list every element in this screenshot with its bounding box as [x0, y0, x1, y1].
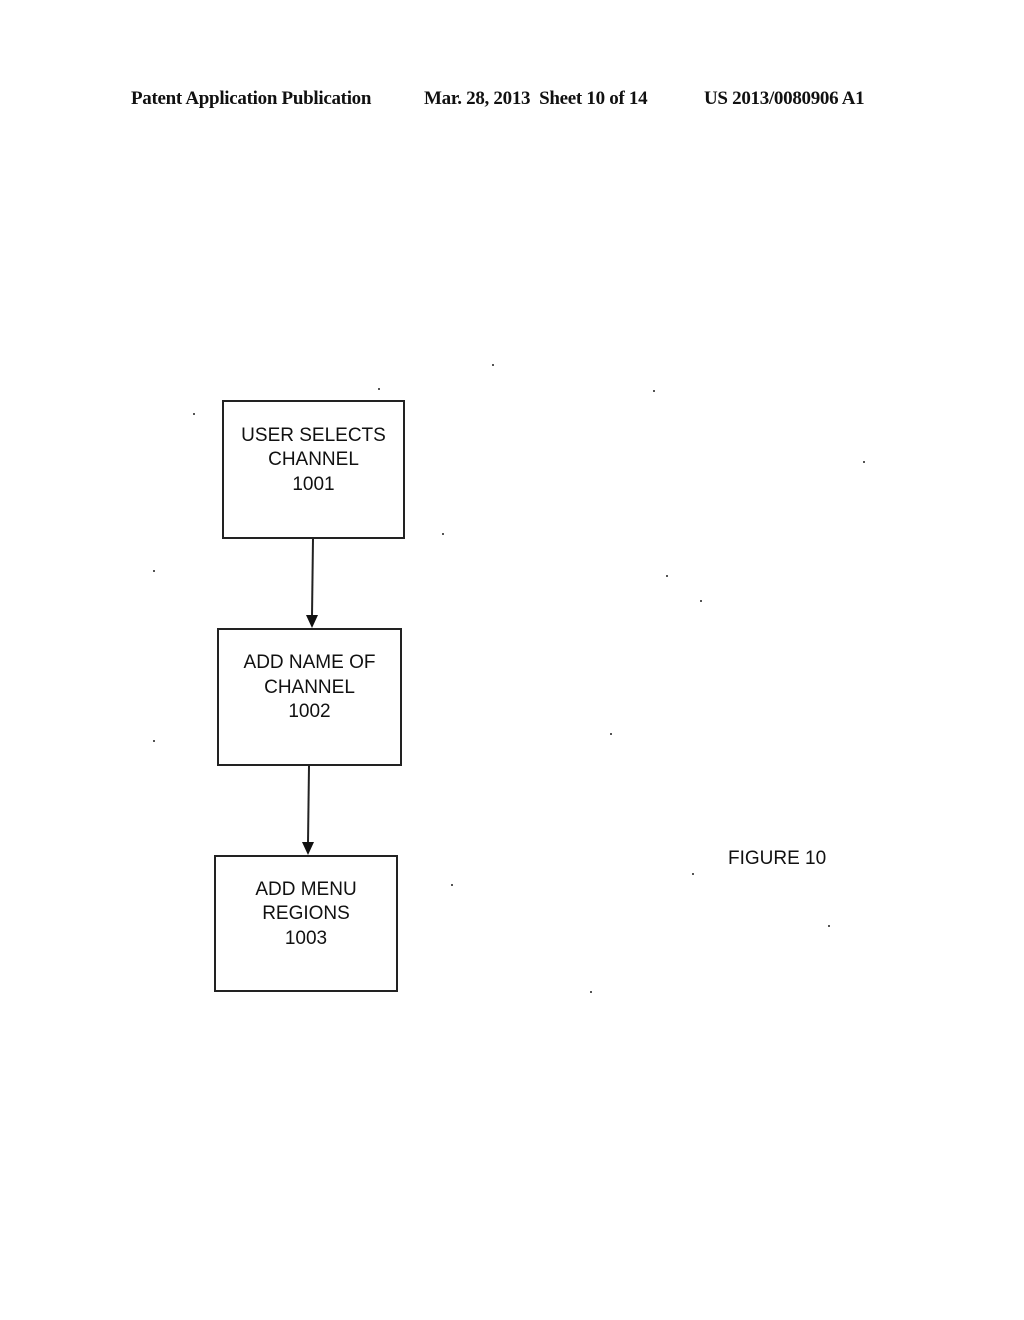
step-text-line: REGIONS: [262, 903, 350, 925]
arrowhead-icon: [306, 615, 318, 628]
scan-speck: [700, 600, 702, 602]
arrow-1002-to-1003: [302, 765, 314, 855]
scan-speck: [492, 364, 494, 366]
flow-arrows: [302, 538, 318, 855]
arrowhead-icon: [302, 842, 314, 855]
flow-step-add-menu-regions: ADD MENU REGIONS 1003: [214, 855, 398, 992]
scan-speck: [451, 884, 453, 886]
figure-label: FIGURE 10: [728, 848, 827, 869]
step-text-line: ADD NAME OF: [243, 652, 376, 674]
scan-speck: [590, 991, 592, 993]
step-text-line: USER SELECTS: [241, 424, 386, 446]
scan-speck: [610, 733, 612, 735]
scan-speck: [666, 575, 668, 577]
step-reference-number: 1002: [288, 701, 331, 723]
publication-number: US 2013/0080906 A1: [704, 88, 865, 109]
arrow-shaft: [307, 765, 310, 844]
publication-type: Patent Application Publication: [131, 88, 372, 109]
step-text-line: CHANNEL: [268, 449, 359, 471]
scan-speck: [653, 390, 655, 392]
scan-speck: [153, 740, 155, 742]
date-and-sheet: Mar. 28, 2013 Sheet 10 of 14: [424, 88, 648, 109]
scan-speck: [442, 533, 444, 535]
step-reference-number: 1003: [284, 927, 328, 949]
scan-speck: [153, 570, 155, 572]
scan-speck: [193, 413, 195, 415]
arrow-1001-to-1002: [306, 538, 318, 628]
patent-header: Patent Application Publication Mar. 28, …: [0, 88, 1024, 114]
flow-step-add-name-of-channel: ADD NAME OF CHANNEL 1002: [217, 628, 402, 766]
arrow-shaft: [311, 538, 314, 617]
step-reference-number: 1001: [292, 473, 335, 495]
scan-speck: [692, 873, 694, 875]
step-text-line: CHANNEL: [264, 676, 355, 698]
scan-speck: [863, 461, 865, 463]
flow-step-user-selects-channel: USER SELECTS CHANNEL 1001: [222, 400, 405, 539]
scan-speck: [828, 925, 830, 927]
scan-speck: [378, 388, 380, 390]
step-text-line: ADD MENU: [255, 878, 357, 900]
